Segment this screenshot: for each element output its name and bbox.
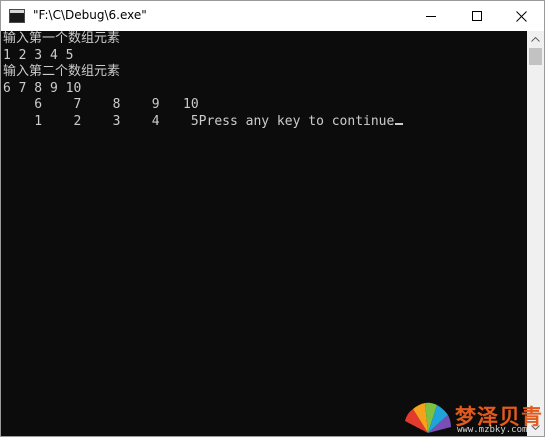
console-line: 6 7 8 9 10: [3, 97, 199, 112]
close-icon: [515, 10, 527, 22]
minimize-icon: [426, 16, 436, 17]
vertical-scrollbar[interactable]: [527, 31, 544, 436]
console-line: 1 2 3 4 5: [3, 47, 74, 63]
maximize-icon: [472, 11, 482, 21]
console-line-prompt: 1 2 3 4 5Press any key to continue: [3, 114, 527, 131]
close-button[interactable]: [498, 1, 544, 31]
arrow-up-icon: [531, 37, 540, 42]
window-title: "F:\C\Debug\6.exe": [33, 8, 147, 22]
watermark: 梦泽贝青 www.mzbky.com: [401, 399, 543, 437]
console-output[interactable]: 输入第一个数组元素 1 2 3 4 5 输入第二个数组元素 6 7 8 9 10…: [1, 31, 527, 436]
scroll-up-button[interactable]: [527, 31, 544, 48]
watermark-url: www.mzbky.com: [457, 425, 528, 435]
console-window: "F:\C\Debug\6.exe" 输入第一个数组元素 1 2 3 4 5 输…: [0, 0, 545, 437]
console-line: 输入第二个数组元素: [3, 64, 121, 79]
fan-logo-icon: [405, 402, 451, 433]
console-app-icon[interactable]: [9, 9, 25, 23]
title-bar[interactable]: "F:\C\Debug\6.exe": [1, 1, 544, 31]
maximize-button[interactable]: [454, 1, 500, 31]
minimize-button[interactable]: [408, 1, 454, 31]
console-line: 输入第一个数组元素: [3, 31, 121, 46]
scroll-thumb[interactable]: [529, 48, 542, 65]
console-line-text: 1 2 3 4 5Press any key to continue: [3, 113, 395, 129]
text-cursor: [395, 122, 404, 125]
console-line: 6 7 8 9 10: [3, 80, 82, 96]
